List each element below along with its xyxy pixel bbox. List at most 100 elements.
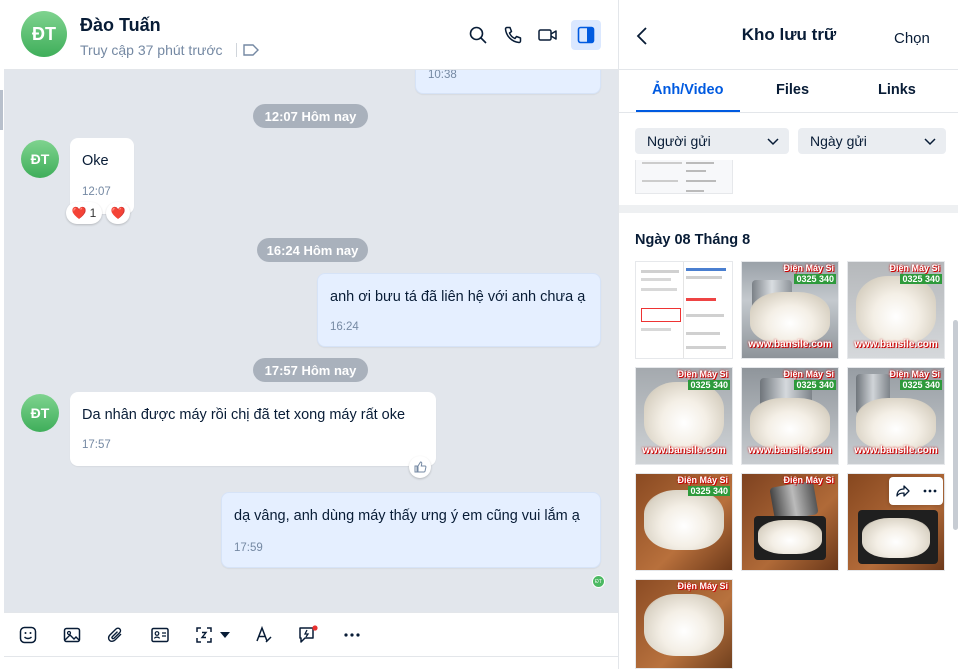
last-seen-status: Truy cập 37 phút trước [80, 42, 223, 58]
avatar[interactable]: ĐT [21, 394, 59, 432]
date-filter-dropdown[interactable]: Ngày gửi [798, 128, 946, 154]
filter-label: Ngày gửi [810, 133, 867, 149]
watermark-site: www.bansile.com [854, 339, 938, 350]
media-thumbnail[interactable]: Điện Máy Sỉ 0325 340 www.bansile.com [847, 367, 945, 465]
heart-icon: ❤️ [110, 206, 126, 220]
avatar[interactable]: ĐT [21, 140, 59, 178]
message-time: 17:59 [234, 542, 263, 554]
watermark-phone: 0325 340 [794, 274, 836, 284]
media-thumbnail[interactable] [635, 160, 733, 194]
watermark-brand: Điện Máy Sỉ [677, 581, 728, 591]
product-photo [856, 398, 936, 450]
date-group-heading: Ngày 08 Tháng 8 [635, 232, 751, 248]
tab-files[interactable]: Files [776, 82, 809, 98]
watermark-brand: Điện Máy Sỉ [783, 263, 834, 273]
sticker-button[interactable] [15, 622, 41, 648]
watermark-brand: Điện Máy Sỉ [677, 475, 728, 485]
watermark-phone: 0325 340 [900, 274, 942, 284]
left-edge-strip [0, 90, 3, 130]
divider [236, 43, 237, 57]
message-bubble-outgoing[interactable]: dạ vâng, anh dùng máy thấy ưng ý em cũng… [221, 492, 601, 568]
message-text: anh ơi bưu tá đã liên hệ với anh chưa ạ [330, 289, 586, 305]
heart-icon: ❤️ [71, 206, 87, 220]
product-photo [856, 276, 936, 344]
storage-panel: Kho lưu trữ Chọn Ảnh/Video Files Links N… [618, 0, 958, 669]
watermark-phone: 0325 340 [688, 486, 730, 496]
message-time: 17:57 [82, 439, 111, 451]
media-thumbnail[interactable]: Điện Máy Sỉ 0325 340 www.bansile.com [635, 367, 733, 465]
divider [619, 69, 958, 70]
time-divider: 16:24 Hôm nay [257, 238, 368, 262]
more-icon[interactable] [922, 483, 938, 499]
video-call-button[interactable] [533, 20, 563, 50]
chat-header: ĐT Đào Tuấn Truy cập 37 phút trước [4, 0, 618, 70]
media-thumbnail[interactable]: Điện Máy Sỉ [741, 473, 839, 571]
like-reaction-button[interactable] [409, 456, 431, 478]
message-text: Oke [82, 153, 109, 169]
search-button[interactable] [463, 20, 493, 50]
select-button[interactable]: Chọn [894, 30, 930, 47]
watermark-brand: Điện Máy Sỉ [889, 369, 940, 379]
watermark-brand: Điện Máy Sỉ [783, 369, 834, 379]
screenshot-button[interactable] [191, 622, 217, 648]
watermark-site: www.bansile.com [748, 339, 832, 350]
message-text: Da nhân được máy rồi chị đã tet xong máy… [82, 407, 406, 423]
sender-filter-dropdown[interactable]: Người gửi [635, 128, 789, 154]
product-photo [750, 292, 830, 344]
tag-icon[interactable] [242, 43, 260, 57]
chat-column: ĐT Đào Tuấn Truy cập 37 phút trước 10:38 [0, 0, 618, 669]
media-thumbnail[interactable]: Điện Máy Sỉ [635, 579, 733, 669]
message-bubble-outgoing[interactable]: anh ơi bưu tá đã liên hệ với anh chưa ạ … [317, 273, 601, 347]
text-format-button[interactable] [251, 622, 277, 648]
seen-avatar: ĐT [592, 575, 605, 588]
watermark-phone: 0325 340 [794, 380, 836, 390]
tab-links[interactable]: Links [878, 82, 916, 98]
time-divider: 12:07 Hôm nay [253, 104, 368, 128]
media-thumbnail[interactable]: Điện Máy Sỉ 0325 340 www.bansile.com [741, 367, 839, 465]
watermark-brand: Điện Máy Sỉ [783, 475, 834, 485]
quick-message-button[interactable] [295, 622, 321, 648]
filter-label: Người gửi [647, 133, 711, 149]
time-divider: 17:57 Hôm nay [253, 358, 368, 382]
reaction-badge[interactable]: ❤️ 1 [66, 202, 102, 224]
message-bubble-incoming[interactable]: Da nhân được máy rồi chị đã tet xong máy… [70, 392, 436, 466]
toggle-panel-button[interactable] [571, 20, 601, 50]
screenshot-options-button[interactable] [217, 622, 233, 648]
message-input[interactable] [4, 656, 618, 669]
composer-toolbar [4, 612, 618, 656]
media-thumbnail[interactable] [635, 261, 733, 359]
contact-name[interactable]: Đào Tuấn [80, 15, 161, 36]
share-icon[interactable] [895, 483, 911, 499]
video-call-icon [538, 29, 557, 41]
message-time: 16:24 [330, 321, 359, 333]
more-options-button[interactable] [339, 622, 365, 648]
send-contact-button[interactable] [147, 622, 173, 648]
search-icon [469, 26, 487, 44]
media-thumbnail[interactable]: Điện Máy Sỉ 0325 340 [635, 473, 733, 571]
avatar[interactable]: ĐT [21, 11, 67, 57]
message-list[interactable]: 10:38 12:07 Hôm nay ĐT Oke 12:07 ❤️ 1 ❤️… [4, 70, 618, 612]
reaction-count: 1 [89, 206, 97, 220]
app-window: ĐT Đào Tuấn Truy cập 37 phút trước 10:38 [0, 0, 958, 669]
product-photo [758, 520, 822, 554]
watermark-phone: 0325 340 [688, 380, 730, 390]
phone-icon [504, 26, 522, 44]
sticker-icon [19, 626, 37, 644]
product-photo [644, 382, 724, 450]
watermark-site: www.bansile.com [854, 445, 938, 456]
text-format-icon [256, 625, 272, 643]
media-thumbnail[interactable]: Điện Máy Sỉ 0325 340 www.bansile.com [741, 261, 839, 359]
attachment-icon [107, 627, 122, 643]
add-reaction-button[interactable]: ❤️ [106, 202, 130, 224]
tab-media[interactable]: Ảnh/Video [652, 82, 723, 98]
chevron-down-icon [767, 138, 779, 146]
attach-file-button[interactable] [103, 622, 129, 648]
scrollbar[interactable] [953, 320, 958, 530]
send-image-button[interactable] [59, 622, 85, 648]
thumbnail-actions [889, 477, 943, 505]
media-thumbnail[interactable]: Điện Máy Sỉ 0325 340 www.bansile.com [847, 261, 945, 359]
message-bubble-outgoing[interactable]: 10:38 [415, 70, 601, 94]
voice-call-button[interactable] [498, 20, 528, 50]
product-photo [750, 398, 830, 450]
side-panel-icon [577, 26, 595, 44]
